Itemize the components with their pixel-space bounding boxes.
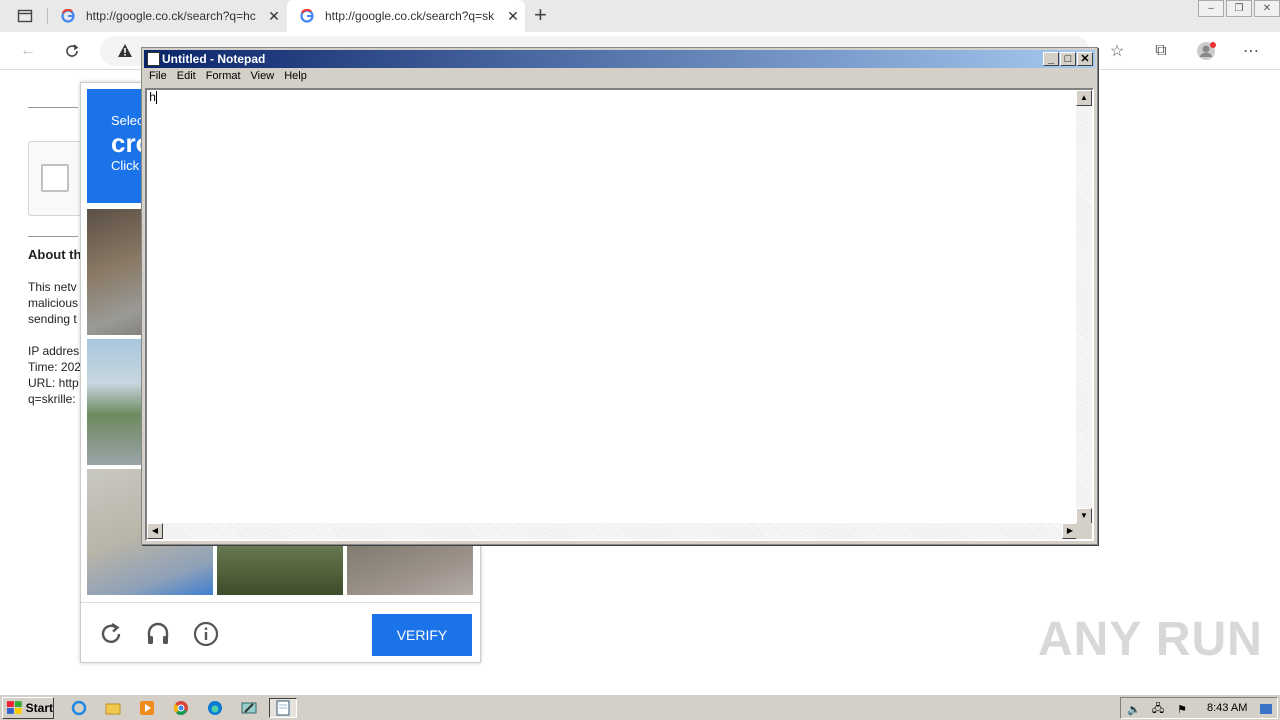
query-text: q=skrille: (28, 392, 76, 406)
ie-icon[interactable] (68, 698, 90, 718)
taskbar: Start 🔈 🖧 ⚑ 8:43 AM (0, 694, 1280, 720)
refresh-icon[interactable] (61, 40, 83, 62)
page-line-2: malicious (28, 296, 79, 310)
more-options-icon[interactable]: ⋯ (1240, 40, 1262, 62)
back-icon[interactable]: ← (17, 40, 39, 62)
scroll-left-icon[interactable]: ◀ (147, 523, 163, 539)
challenge-tile[interactable] (217, 543, 343, 595)
notepad-window-controls: _ □ ✕ (1042, 52, 1093, 66)
maximize-icon[interactable]: □ (1060, 52, 1076, 66)
google-favicon-icon (299, 8, 315, 24)
time-text: Time: 202 (28, 360, 81, 374)
notepad-title: Untitled - Notepad (162, 52, 266, 66)
audio-challenge-icon[interactable] (144, 621, 172, 649)
notepad-text-area[interactable]: h ▲ ▼ ◀ ▶ (145, 88, 1094, 541)
resize-grip[interactable] (1076, 523, 1092, 539)
tab-google-search-1[interactable]: http://google.co.ck/search?q=hc ✕ (48, 0, 286, 32)
favorites-icon[interactable]: ☆ (1106, 40, 1128, 62)
browser-tab-bar: http://google.co.ck/search?q=hc ✕ http:/… (0, 0, 1280, 32)
menu-edit[interactable]: Edit (172, 69, 201, 87)
notepad-icon (147, 52, 160, 66)
collections-icon[interactable]: ⧉ (1150, 40, 1172, 62)
about-heading: About th (28, 247, 82, 262)
recaptcha-checkbox[interactable] (41, 164, 69, 192)
volume-icon[interactable]: 🔈 (1123, 699, 1145, 719)
divider (28, 107, 78, 108)
media-player-icon[interactable] (136, 698, 158, 718)
typed-text: h (149, 91, 157, 105)
google-favicon-icon (60, 8, 76, 24)
profile-avatar-icon[interactable] (1195, 40, 1217, 62)
network-icon[interactable]: 🖧 (1147, 699, 1169, 719)
edge-icon[interactable] (204, 698, 226, 718)
new-tab-button[interactable]: + (534, 4, 547, 26)
notepad-taskbar-button[interactable] (269, 698, 297, 718)
window-controls: – ❐ ✕ (1196, 0, 1280, 18)
show-desktop-icon[interactable] (1255, 699, 1277, 719)
anyrun-watermark: ANY RUN (1038, 613, 1263, 666)
chrome-icon[interactable] (170, 698, 192, 718)
clock: 8:43 AM (1207, 702, 1248, 714)
menu-file[interactable]: File (144, 69, 172, 87)
vertical-scrollbar[interactable]: ▲ ▼ (1076, 90, 1092, 524)
text-caret (156, 91, 158, 105)
folder-icon[interactable] (102, 698, 124, 718)
tab-actions-icon[interactable] (14, 5, 36, 27)
app-icon[interactable] (238, 698, 260, 718)
start-label: Start (25, 701, 53, 715)
tab-title: http://google.co.ck/search?q=sk (325, 9, 495, 23)
close-tab-icon[interactable]: ✕ (501, 8, 525, 25)
scroll-up-icon[interactable]: ▲ (1076, 90, 1092, 106)
info-icon[interactable] (192, 621, 220, 649)
windows-logo-icon (7, 701, 22, 714)
start-button[interactable]: Start (2, 697, 54, 719)
close-window-icon[interactable]: ✕ (1254, 0, 1280, 17)
warning-icon[interactable] (114, 40, 136, 62)
ip-address-text: IP addres (28, 344, 80, 358)
horizontal-scrollbar[interactable]: ◀ ▶ (147, 523, 1078, 539)
notepad-title-bar[interactable]: Untitled - Notepad _ □ ✕ (144, 50, 1095, 68)
menu-view[interactable]: View (246, 69, 280, 87)
reload-challenge-icon[interactable] (97, 621, 125, 649)
divider (28, 236, 78, 237)
notepad-window: Untitled - Notepad _ □ ✕ File Edit Forma… (141, 47, 1098, 545)
flag-icon[interactable]: ⚑ (1171, 699, 1193, 719)
verify-button[interactable]: VERIFY (372, 614, 472, 656)
recaptcha-checkbox-container (28, 141, 88, 216)
close-tab-icon[interactable]: ✕ (262, 8, 286, 25)
notepad-menu-bar: File Edit Format View Help (144, 69, 312, 87)
text-content: h (149, 91, 158, 105)
tab-google-search-2[interactable]: http://google.co.ck/search?q=sk ✕ (287, 0, 525, 32)
scroll-down-icon[interactable]: ▼ (1076, 508, 1092, 524)
system-tray: 🔈 🖧 ⚑ 8:43 AM (1120, 697, 1278, 719)
menu-help[interactable]: Help (279, 69, 312, 87)
minimize-icon[interactable]: _ (1043, 52, 1059, 66)
page-line-1: This netv (28, 280, 77, 294)
minimize-icon[interactable]: – (1198, 0, 1224, 17)
tab-title: http://google.co.ck/search?q=hc (86, 9, 256, 23)
restore-icon[interactable]: ❐ (1226, 0, 1252, 17)
challenge-tile[interactable] (347, 543, 473, 595)
url-text: URL: http (28, 376, 79, 390)
page-line-3: sending t (28, 312, 77, 326)
close-icon[interactable]: ✕ (1077, 52, 1093, 66)
challenge-footer: VERIFY (81, 602, 480, 662)
menu-format[interactable]: Format (201, 69, 246, 87)
